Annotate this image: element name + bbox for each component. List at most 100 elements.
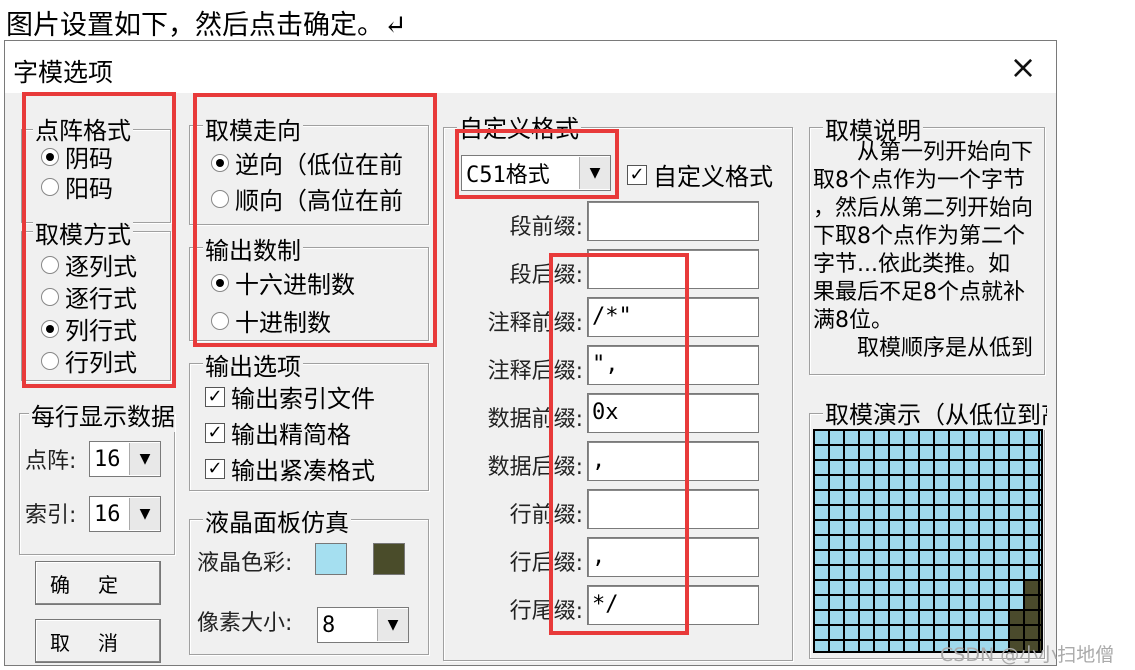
demo-pixel: [920, 506, 933, 519]
demo-pixel: [995, 431, 1008, 444]
demo-pixel: [845, 626, 858, 639]
demo-pixel: [965, 536, 978, 549]
checkbox-output-index-file[interactable]: ✓ 输出索引文件: [205, 379, 375, 414]
pixel-size-select[interactable]: 8 ▼: [317, 607, 409, 643]
demo-pixel: [830, 581, 843, 594]
demo-pixel: [890, 581, 903, 594]
demo-pixel: [875, 566, 888, 579]
demo-pixel: [1040, 536, 1041, 549]
demo-pixel: [890, 551, 903, 564]
demo-pixel: [1040, 581, 1041, 594]
lcd-light-color-swatch[interactable]: [315, 543, 347, 575]
demo-pixel: [815, 566, 828, 579]
demo-pixel: [860, 641, 873, 651]
demo-pixel: [905, 626, 918, 639]
close-icon[interactable]: ×: [1001, 49, 1045, 85]
demo-pixel: [995, 476, 1008, 489]
dot-count-select[interactable]: 16 ▼: [89, 441, 161, 477]
demo-pixel: [815, 476, 828, 489]
cancel-button[interactable]: 取消: [35, 619, 161, 663]
demo-pixel: [935, 431, 948, 444]
demo-pixel: [980, 626, 993, 639]
demo-pixel: [950, 551, 963, 564]
checkbox-output-tight-format[interactable]: ✓ 输出紧凑格式: [205, 451, 423, 486]
demo-pixel: [830, 476, 843, 489]
demo-pixel: [980, 491, 993, 504]
demo-pixel: [830, 431, 843, 444]
demo-pixel: [860, 506, 873, 519]
demo-pixel: [935, 536, 948, 549]
demo-pixel: [815, 446, 828, 459]
demo-pixel: [1010, 506, 1023, 519]
demo-pixel: [1025, 461, 1038, 474]
demo-pixel: [830, 641, 843, 651]
demo-pixel: [875, 446, 888, 459]
demo-pixel: [995, 626, 1008, 639]
demo-pixel: [830, 491, 843, 504]
demo-pixel: [980, 581, 993, 594]
dialog-title: 字模选项: [13, 58, 114, 87]
demo-pixel: [860, 431, 873, 444]
demo-pixel: [1025, 596, 1038, 609]
demo-pixel: [890, 461, 903, 474]
demo-pixel: [1040, 431, 1041, 444]
demo-pixel: [830, 521, 843, 534]
demo-pixel: [935, 626, 948, 639]
highlight-box-middle: [193, 93, 437, 347]
demo-pixel: [935, 506, 948, 519]
demo-pixel: [995, 536, 1008, 549]
demo-pixel: [980, 551, 993, 564]
demo-pixel: [980, 446, 993, 459]
demo-pixel: [890, 566, 903, 579]
demo-pixel: [935, 446, 948, 459]
field-input[interactable]: [587, 201, 759, 241]
font-options-dialog: 字模选项 × 点阵格式 阴码 阳码 取模方式 逐列式 逐行式 列行式 行列式 每…: [4, 40, 1057, 666]
demo-pixel: [980, 476, 993, 489]
demo-pixel: [1040, 491, 1041, 504]
demo-pixel: [815, 506, 828, 519]
demo-pixel: [965, 596, 978, 609]
index-count-select[interactable]: 16 ▼: [89, 496, 161, 532]
description-line: 取模顺序是从低到: [813, 336, 1034, 361]
demo-pixel: [830, 611, 843, 624]
demo-pixel: [905, 446, 918, 459]
demo-pixel: [980, 566, 993, 579]
demo-pixel: [860, 521, 873, 534]
demo-pixel: [995, 566, 1008, 579]
watermark: CSDN @小小扫地僧: [940, 644, 1115, 666]
demo-pixel: [890, 641, 903, 651]
ok-button[interactable]: 确定: [35, 561, 161, 605]
demo-pixel: [935, 596, 948, 609]
demo-pixel: [965, 551, 978, 564]
demo-pixel: [815, 431, 828, 444]
demo-pixel: [905, 476, 918, 489]
lcd-dark-color-swatch[interactable]: [373, 543, 405, 575]
demo-pixel: [935, 476, 948, 489]
demo-pixel: [875, 431, 888, 444]
demo-pixel: [1010, 491, 1023, 504]
demo-pixel: [1010, 461, 1023, 474]
demo-pixel: [1010, 611, 1023, 624]
description-line: 字节...依此类推。如: [813, 252, 1010, 277]
demo-pixel: [920, 461, 933, 474]
demo-pixel: [845, 431, 858, 444]
highlight-box-format: [455, 129, 619, 199]
checkbox-custom-format[interactable]: ✓ 自定义格式: [627, 157, 783, 192]
demo-pixel: [1010, 596, 1023, 609]
demo-pixel: [935, 611, 948, 624]
demo-pixel: [860, 536, 873, 549]
demo-pixel: [1010, 536, 1023, 549]
demo-pixel: [935, 551, 948, 564]
demo-pixel: [995, 446, 1008, 459]
demo-pixel: [905, 596, 918, 609]
demo-pixel: [980, 461, 993, 474]
demo-pixel: [1010, 446, 1023, 459]
demo-pixel: [950, 596, 963, 609]
demo-pixel-grid: [813, 429, 1043, 653]
demo-pixel: [1025, 566, 1038, 579]
title-bar[interactable]: 字模选项 ×: [5, 41, 1056, 93]
demo-pixel: [875, 521, 888, 534]
demo-pixel: [1040, 461, 1041, 474]
checkbox-output-compact[interactable]: ✓ 输出精简格: [205, 415, 351, 450]
description-line: 取8个点作为一个字节: [813, 168, 1025, 193]
